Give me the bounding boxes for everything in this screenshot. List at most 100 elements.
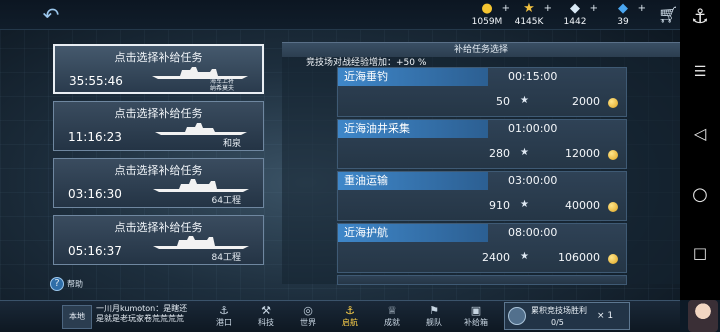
mission-timer: 03:16:30	[68, 187, 122, 201]
nav-achievement[interactable]: ♕ 成就	[372, 304, 412, 332]
help-label: 帮助	[67, 279, 83, 289]
ship-name: 84工程	[211, 253, 241, 263]
nav-tech[interactable]: ⚒ 科技	[246, 304, 286, 332]
nav-label: 港口	[216, 318, 232, 327]
nav-label: 成就	[384, 318, 400, 327]
task-name: 近海垂钓	[338, 68, 488, 86]
nav-label: 舰队	[426, 318, 442, 327]
mission-timer: 35:55:46	[69, 74, 123, 88]
task-exp: 50	[496, 95, 510, 108]
game-screen: ↶ ● + 1059M ★ + 4145K ◆ + 1442 ◆ + 39 🛒︎…	[0, 0, 680, 332]
task-gold: 2000	[572, 95, 600, 108]
globe-icon: ◎	[303, 304, 313, 317]
task-duration: 08:00:00	[508, 226, 558, 239]
anchor-icon: ⚓	[345, 304, 355, 317]
top-bar: ↶ ● + 1059M ★ + 4145K ◆ + 1442 ◆ + 39 🛒︎	[0, 0, 680, 30]
gold-coin-icon	[608, 150, 618, 160]
home-channel-button[interactable]: 本地	[62, 305, 92, 329]
task-duration: 01:00:00	[508, 122, 558, 135]
mission-timer: 11:16:23	[68, 130, 122, 144]
daily-quest-widget[interactable]: 累积竞技场胜利 0/5 × 1	[504, 302, 630, 330]
nav-sail[interactable]: ⚓ 启航	[330, 304, 370, 332]
question-icon: ?	[50, 277, 64, 291]
avatar[interactable]	[688, 300, 718, 332]
back-arrow-icon[interactable]: ↶	[36, 3, 66, 27]
gold-coin-icon: ●	[481, 1, 493, 16]
quest-title: 累积竞技场胜利	[531, 306, 587, 315]
exp-star-icon: ★	[520, 147, 529, 158]
mission-title: 点击选择补给任务	[114, 107, 203, 120]
mission-title: 点击选择补给任务	[114, 164, 203, 177]
task-duration: 03:00:00	[508, 174, 558, 187]
nav-label: 世界	[300, 318, 316, 327]
ship-silhouette-icon	[153, 236, 249, 249]
back-triangle-icon[interactable]: ◁	[680, 124, 720, 143]
chat-ticker[interactable]: 一川月kumoton：是瞎还是就是老玩家卷荒荒荒荒	[96, 304, 194, 331]
supply-task-panel: 补给任务选择 竞技场对战经验增加：+50 % 近海垂钓 00:15:00 50 …	[282, 42, 680, 285]
gem-resource[interactable]: ◆ + 39	[596, 1, 650, 29]
home-circle-icon[interactable]: ○	[680, 184, 720, 205]
mission-timer: 05:16:37	[68, 244, 122, 258]
trophy-icon: ♕	[387, 304, 397, 317]
task-name: 重油运输	[338, 172, 488, 190]
gold-coin-icon	[608, 254, 618, 264]
mission-slot-4[interactable]: 点击选择补给任务 05:16:37 84工程	[53, 215, 264, 265]
panel-title: 补给任务选择	[282, 43, 680, 57]
plus-icon: +	[637, 3, 646, 14]
task-gold: 12000	[565, 147, 600, 160]
gem-value: 39	[617, 17, 629, 27]
task-item[interactable]: 近海垂钓 00:15:00 50 ★ 2000	[337, 67, 627, 117]
fleet-icon: ⚑	[429, 304, 439, 317]
task-exp: 910	[489, 199, 510, 212]
mission-slot-2[interactable]: 点击选择补给任务 11:16:23 和泉	[53, 101, 264, 151]
task-item[interactable]: 近海护航 08:00:00 2400 ★ 106000	[337, 223, 627, 273]
ship-name: 64工程	[211, 196, 241, 206]
recents-square-icon[interactable]: □	[680, 244, 720, 262]
mission-title: 点击选择补给任务	[114, 221, 203, 234]
mission-title: 点击选择补给任务	[114, 51, 203, 64]
nav-supply-box[interactable]: ▣ 补给箱	[456, 304, 496, 332]
diamond-value: 1442	[563, 17, 587, 27]
help-button[interactable]: ? 帮助	[50, 277, 83, 291]
nav-label: 启航	[342, 318, 358, 327]
system-nav-bar: ⚓ ☰ ◁ ○ □	[680, 0, 720, 300]
exp-star-icon: ★	[520, 95, 529, 106]
task-item[interactable]: 重油运输 03:00:00 910 ★ 40000	[337, 171, 627, 221]
anchor-logo-icon: ⚓	[691, 4, 709, 28]
menu-icon[interactable]: ☰	[680, 64, 720, 80]
nav-label: 科技	[258, 318, 274, 327]
task-gold: 106000	[558, 251, 600, 264]
nav-world[interactable]: ◎ 世界	[288, 304, 328, 332]
nav-label: 补给箱	[464, 318, 488, 327]
ship-silhouette-icon	[153, 179, 249, 192]
diamond-resource[interactable]: ◆ + 1442	[548, 1, 602, 29]
task-name: 近海油井采集	[338, 120, 488, 138]
gold-coin-icon	[608, 98, 618, 108]
exp-star-icon: ★	[520, 251, 529, 262]
nav-fleet[interactable]: ⚑ 舰队	[414, 304, 454, 332]
task-exp: 2400	[482, 251, 510, 264]
nav-port[interactable]: ⚓ 港口	[204, 304, 244, 332]
blue-gem-icon: ◆	[618, 1, 628, 16]
task-gold: 40000	[565, 199, 600, 212]
ship-name: 和泉	[222, 139, 241, 149]
quest-progress: 0/5	[551, 318, 564, 327]
mission-slot-3[interactable]: 点击选择补给任务 03:16:30 64工程	[53, 158, 264, 208]
task-item-partial[interactable]	[337, 275, 627, 285]
task-exp: 280	[489, 147, 510, 160]
tech-icon: ⚒	[261, 304, 271, 317]
mission-slot-1[interactable]: 点击选择补给任务 35:55:46 海军上将纳希莫夫	[53, 44, 264, 94]
supply-box-icon: ▣	[470, 304, 482, 317]
task-item[interactable]: 近海油井采集 01:00:00 280 ★ 12000	[337, 119, 627, 169]
quest-icon	[508, 307, 526, 325]
task-duration: 00:15:00	[508, 70, 558, 83]
exp-star-icon: ★	[520, 199, 529, 210]
medal-star-icon: ★	[523, 1, 535, 16]
shop-cart-icon[interactable]: 🛒︎	[658, 5, 678, 24]
quest-reward: × 1	[597, 311, 614, 321]
task-name: 近海护航	[338, 224, 488, 242]
ship-silhouette-icon	[155, 123, 247, 135]
diamond-icon: ◆	[570, 1, 580, 16]
gold-coin-icon	[608, 202, 618, 212]
ship-name: 海军上将纳希莫夫	[209, 78, 234, 92]
